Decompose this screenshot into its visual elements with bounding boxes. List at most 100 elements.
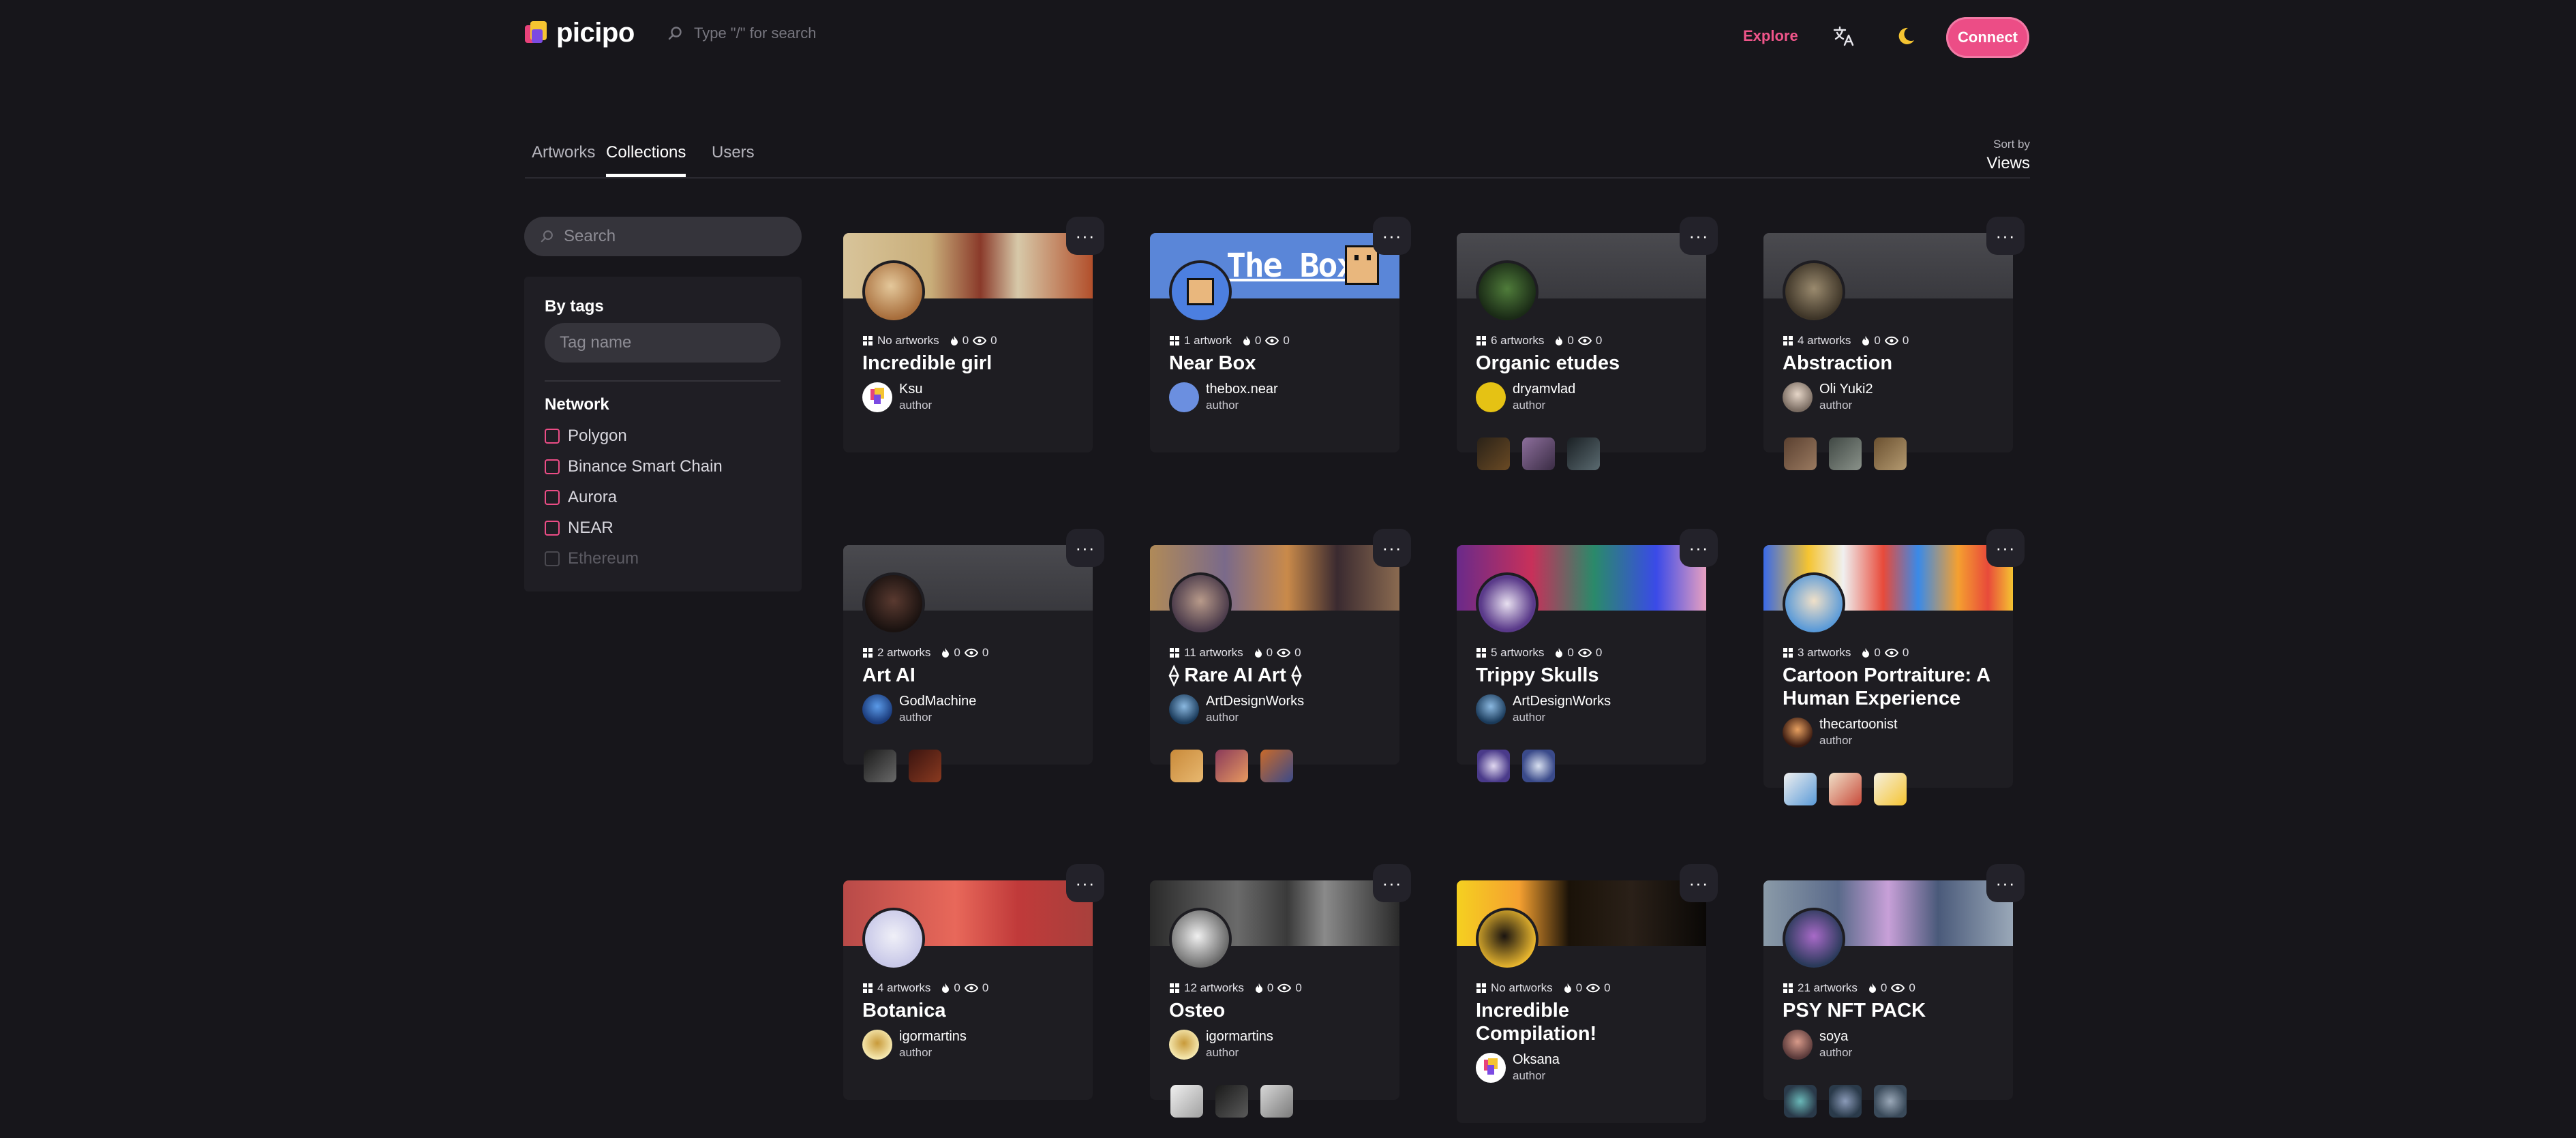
collection-author[interactable]: soya author xyxy=(1783,1029,1852,1060)
artwork-thumbnail[interactable] xyxy=(1522,437,1555,470)
connect-button[interactable]: Connect xyxy=(1946,17,2029,58)
more-icon[interactable]: ··· xyxy=(1066,529,1104,567)
checkbox[interactable] xyxy=(545,429,560,444)
collection-title[interactable]: Cartoon Portraiture: A Human Experience xyxy=(1783,664,2001,710)
artwork-thumbnail[interactable] xyxy=(1477,750,1510,782)
artwork-thumbnail[interactable] xyxy=(1215,1085,1248,1118)
translate-icon[interactable] xyxy=(1832,25,1855,48)
artwork-thumbnail[interactable] xyxy=(1784,437,1817,470)
like-count: 0 xyxy=(1266,646,1273,659)
collection-card[interactable]: ··· 3 artworks 0 0 Cartoon Portraiture: … xyxy=(1763,529,2025,805)
artwork-thumbnail[interactable] xyxy=(1829,773,1862,805)
artwork-thumbnail[interactable] xyxy=(1477,437,1510,470)
collection-card[interactable]: ··· 12 artworks 0 0 Osteo igormartins aut… xyxy=(1150,864,1411,1118)
collection-card[interactable]: ··· 5 artworks 0 0 Trippy Skulls ArtDesi… xyxy=(1457,529,1718,782)
collection-title[interactable]: Botanica xyxy=(862,999,1080,1022)
tag-name-input[interactable]: Tag name xyxy=(545,323,781,363)
moon-icon[interactable] xyxy=(1895,26,1915,46)
more-icon[interactable]: ··· xyxy=(1986,217,2025,255)
collection-author[interactable]: ArtDesignWorks author xyxy=(1169,694,1304,724)
collection-author[interactable]: Oli Yuki2 author xyxy=(1783,382,1873,412)
collection-card[interactable]: ··· 6 artworks 0 0 Organic etudes dryamv… xyxy=(1457,217,1718,470)
artwork-thumbnail[interactable] xyxy=(1215,750,1248,782)
more-icon[interactable]: ··· xyxy=(1680,217,1718,255)
collection-author[interactable]: thebox.near author xyxy=(1169,382,1278,412)
collection-card[interactable]: ··· No artworks 0 0 Incredible girl Ksu a… xyxy=(843,217,1104,452)
explore-link[interactable]: Explore xyxy=(1743,27,1798,45)
artwork-thumbnail[interactable] xyxy=(1829,437,1862,470)
tab-users[interactable]: Users xyxy=(712,143,755,177)
collection-title[interactable]: PSY NFT PACK xyxy=(1783,999,2001,1022)
grid-icon xyxy=(1783,648,1793,658)
collection-title[interactable]: Organic etudes xyxy=(1476,352,1694,375)
checkbox[interactable] xyxy=(545,521,560,536)
collection-author[interactable]: thecartoonist author xyxy=(1783,717,1898,748)
collection-author[interactable]: ArtDesignWorks author xyxy=(1476,694,1611,724)
artwork-thumbnail[interactable] xyxy=(1260,750,1293,782)
flame-icon xyxy=(1255,983,1262,993)
more-icon[interactable]: ··· xyxy=(1373,217,1411,255)
more-icon[interactable]: ··· xyxy=(1373,864,1411,902)
collection-title[interactable]: Trippy Skulls xyxy=(1476,664,1694,687)
artwork-thumbnail[interactable] xyxy=(1874,437,1907,470)
artwork-thumbnail[interactable] xyxy=(864,750,896,782)
artwork-thumbnail[interactable] xyxy=(1522,750,1555,782)
collection-title[interactable]: Abstraction xyxy=(1783,352,2001,375)
artwork-thumbnail[interactable] xyxy=(1260,1085,1293,1118)
collection-stats: No artworks 0 0 xyxy=(862,334,997,348)
more-icon[interactable]: ··· xyxy=(1680,529,1718,567)
sort-control[interactable]: Sort by Views xyxy=(1986,138,2030,173)
collection-author[interactable]: Ksu author xyxy=(862,382,932,412)
collection-author[interactable]: dryamvlad author xyxy=(1476,382,1575,412)
collection-card[interactable]: ··· 2 artworks 0 0 Art AI GodMachine auth… xyxy=(843,529,1104,782)
picipo-logo[interactable]: picipo xyxy=(525,18,635,48)
artwork-thumbnail[interactable] xyxy=(1829,1085,1862,1118)
collection-title[interactable]: Incredible Compilation! xyxy=(1476,999,1694,1045)
author-name: thecartoonist xyxy=(1819,717,1898,732)
artwork-thumbnail[interactable] xyxy=(909,750,941,782)
collection-title[interactable]: Art AI xyxy=(862,664,1080,687)
collection-card[interactable]: ··· 11 artworks 0 0 ⟠ Rare AI Art ⟠ ArtD… xyxy=(1150,529,1411,782)
artwork-thumbnail[interactable] xyxy=(1784,1085,1817,1118)
artwork-thumbnail[interactable] xyxy=(1874,1085,1907,1118)
artwork-thumbnail[interactable] xyxy=(1170,750,1203,782)
collection-title[interactable]: Osteo xyxy=(1169,999,1387,1022)
flame-icon xyxy=(1556,336,1563,345)
checkbox[interactable] xyxy=(545,490,560,505)
network-filter-near[interactable]: NEAR xyxy=(545,519,613,538)
collection-author[interactable]: igormartins author xyxy=(862,1029,967,1060)
collection-title[interactable]: Incredible girl xyxy=(862,352,1080,375)
global-search[interactable]: Type "/" for search xyxy=(668,25,816,42)
collection-author[interactable]: GodMachine author xyxy=(862,694,976,724)
more-icon[interactable]: ··· xyxy=(1986,529,2025,567)
collection-title[interactable]: Near Box xyxy=(1169,352,1387,375)
eye-icon xyxy=(964,648,978,658)
collection-title[interactable]: ⟠ Rare AI Art ⟠ xyxy=(1169,664,1387,687)
network-filter-aurora[interactable]: Aurora xyxy=(545,488,617,507)
collection-card[interactable]: ··· 4 artworks 0 0 Botanica igormartins a… xyxy=(843,864,1104,1100)
collection-card[interactable]: ··· 21 artworks 0 0 PSY NFT PACK soya aut… xyxy=(1763,864,2025,1118)
author-name: soya xyxy=(1819,1029,1849,1044)
collection-card[interactable]: ··· 4 artworks 0 0 Abstraction Oli Yuki2… xyxy=(1763,217,2025,470)
more-icon[interactable]: ··· xyxy=(1066,217,1104,255)
artwork-thumbnail[interactable] xyxy=(1784,773,1817,805)
network-filter-bsc[interactable]: Binance Smart Chain xyxy=(545,457,723,476)
tab-artworks[interactable]: Artworks xyxy=(532,143,595,177)
artwork-thumbnail[interactable] xyxy=(1874,773,1907,805)
more-icon[interactable]: ··· xyxy=(1680,864,1718,902)
artwork-thumbnail[interactable] xyxy=(1170,1085,1203,1118)
more-icon[interactable]: ··· xyxy=(1066,864,1104,902)
checkbox[interactable] xyxy=(545,459,560,474)
collection-card[interactable]: ··· No artworks 0 0 Incredible Compilati… xyxy=(1457,864,1718,1123)
collection-card[interactable]: The Box ··· 1 artwork 0 0 Near Box thebo… xyxy=(1150,217,1411,452)
collection-author[interactable]: igormartins author xyxy=(1169,1029,1273,1060)
more-icon[interactable]: ··· xyxy=(1373,529,1411,567)
network-filter-polygon[interactable]: Polygon xyxy=(545,427,627,446)
more-icon[interactable]: ··· xyxy=(1986,864,2025,902)
collection-search-input[interactable]: Search xyxy=(524,217,802,256)
logo-mark-icon xyxy=(525,20,548,46)
collection-author[interactable]: Oksana author xyxy=(1476,1052,1560,1083)
eye-icon xyxy=(1277,648,1291,658)
tab-collections[interactable]: Collections xyxy=(606,143,686,177)
artwork-thumbnail[interactable] xyxy=(1567,437,1600,470)
